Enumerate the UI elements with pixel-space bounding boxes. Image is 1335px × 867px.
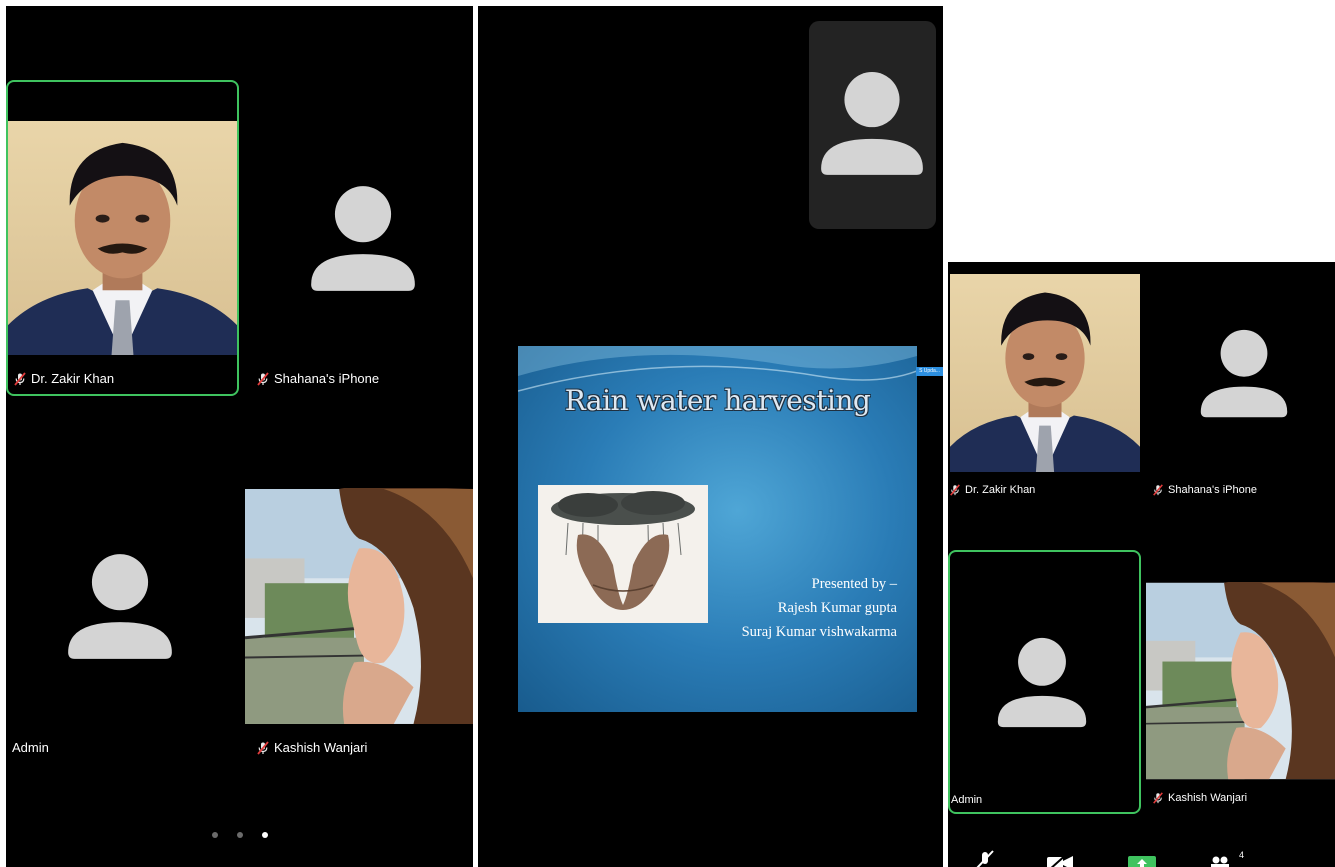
page-indicator[interactable] [6, 832, 473, 838]
avatar-placeholder-icon [996, 630, 1088, 736]
participant-name: Admin [12, 740, 49, 755]
avatar-placeholder-icon [309, 178, 417, 300]
participant-tile-zakir[interactable]: Dr. Zakir Khan [6, 80, 239, 396]
participant-video [8, 120, 237, 356]
participant-video [1146, 582, 1335, 780]
participant-name: Kashish Wanjari [1152, 792, 1247, 804]
participant-name: Shahana's iPhone [256, 371, 379, 386]
participant-tile-kashish[interactable]: Kashish Wanjari [1144, 550, 1335, 814]
presented-by-label: Presented by – [811, 576, 897, 592]
participant-name: Dr. Zakir Khan [949, 484, 1035, 496]
avatar-placeholder-icon [66, 544, 174, 670]
share-indicator-tag[interactable]: S Upda... [916, 367, 943, 376]
page-dot[interactable] [211, 832, 218, 838]
participants-icon[interactable] [1210, 856, 1230, 867]
slide-title: Rain water harvesting [564, 384, 871, 417]
gallery-view-left: Dr. Zakir Khan Shahana's iPhone Admin Ka… [6, 6, 473, 867]
participant-tile-zakir[interactable]: Dr. Zakir Khan [948, 262, 1143, 507]
participant-tile-admin[interactable]: Admin [6, 446, 239, 762]
mic-muted-icon [256, 741, 270, 755]
participant-tile-admin[interactable]: Admin [948, 550, 1141, 814]
participant-name: Shahana's iPhone [1152, 484, 1257, 496]
avatar-placeholder-icon [819, 49, 925, 199]
page-dot-active[interactable] [261, 832, 268, 838]
mic-muted-icon [949, 484, 961, 496]
share-screen-icon[interactable] [1128, 856, 1156, 867]
presenter-name: Suraj Kumar vishwakarma [741, 624, 897, 640]
start-video-icon[interactable] [1046, 852, 1074, 867]
slide-illustration [538, 485, 708, 623]
participant-tile-shahana[interactable]: Shahana's iPhone [1144, 262, 1335, 507]
slide-presenters: Presented by – Rajesh Kumar gupta Suraj … [742, 572, 897, 644]
participant-tile-shahana[interactable]: Shahana's iPhone [243, 80, 473, 396]
unmute-mic-icon[interactable] [974, 850, 996, 867]
self-view-thumbnail[interactable] [809, 21, 936, 229]
participant-name: Admin [951, 794, 983, 806]
mic-muted-icon [1152, 484, 1164, 496]
participant-name: Kashish Wanjari [256, 740, 367, 755]
presenter-name: Rajesh Kumar gupta [777, 600, 897, 616]
avatar-placeholder-icon [1199, 322, 1289, 426]
participant-video [950, 274, 1140, 472]
mic-muted-icon [1152, 792, 1164, 804]
screen-share-view: Rain water harvesting Presented by – Raj… [478, 6, 943, 867]
page-dot[interactable] [236, 832, 243, 838]
participant-tile-kashish[interactable]: Kashish Wanjari [243, 446, 473, 762]
participant-video [245, 488, 473, 725]
participants-count: 4 [1239, 850, 1245, 860]
mic-muted-icon [256, 372, 270, 386]
shared-slide[interactable]: Rain water harvesting Presented by – Raj… [518, 346, 917, 712]
gallery-view-right: Dr. Zakir Khan Shahana's iPhone Admin Ka… [948, 262, 1335, 867]
mic-muted-icon [13, 372, 27, 386]
participant-name: Dr. Zakir Khan [13, 371, 114, 386]
